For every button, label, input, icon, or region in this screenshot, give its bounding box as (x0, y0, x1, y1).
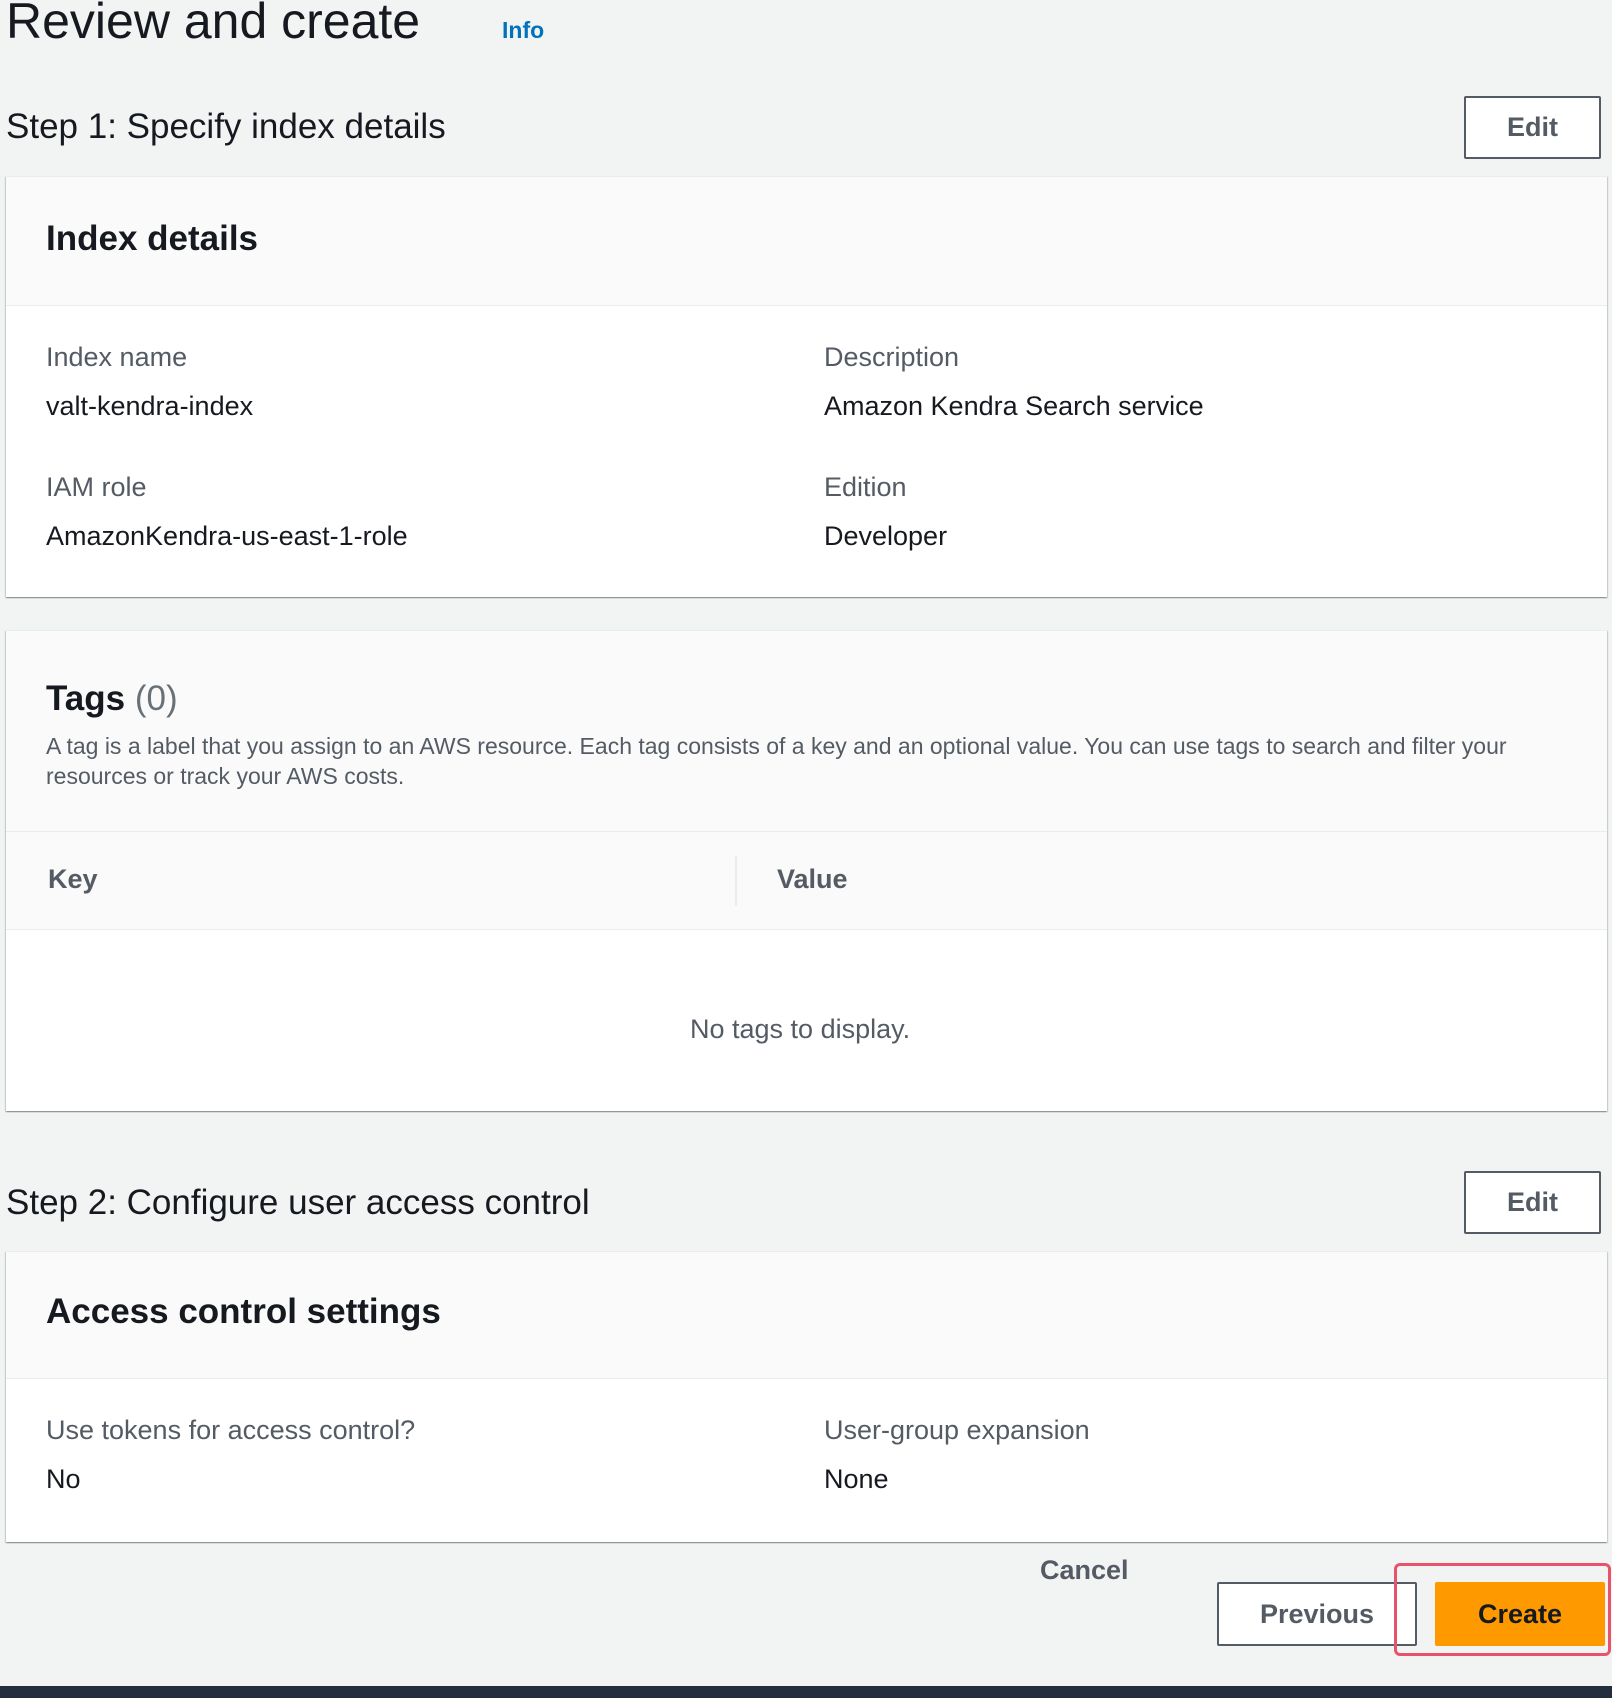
iam-role-label: IAM role (46, 472, 147, 502)
tags-title-text: Tags (46, 679, 126, 718)
access-control-container: Access control settings Use tokens for a… (6, 1251, 1607, 1542)
description-label: Description (824, 342, 960, 372)
column-header-key[interactable]: Key (48, 864, 98, 895)
edition-label: Edition (824, 472, 907, 502)
step1-title: Step 1: Specify index details (6, 107, 446, 146)
access-control-title: Access control settings (46, 1292, 441, 1331)
info-link[interactable]: Info (502, 14, 544, 46)
column-header-value[interactable]: Value (777, 864, 848, 895)
use-tokens-value: No (46, 1464, 81, 1494)
page-title: Review and create (6, 0, 421, 49)
create-button[interactable]: Create (1435, 1582, 1605, 1646)
edition-value: Developer (824, 521, 948, 551)
index-details-container: Index details Index name valt-kendra-ind… (6, 176, 1607, 597)
step1-edit-button[interactable]: Edit (1464, 96, 1601, 159)
step2-edit-button[interactable]: Edit (1464, 1171, 1601, 1234)
step2-title: Step 2: Configure user access control (6, 1183, 590, 1222)
tags-title: Tags (0) (46, 679, 178, 719)
tags-table-header: Key Value (6, 831, 1607, 930)
column-divider (735, 856, 737, 906)
index-name-value: valt-kendra-index (46, 391, 254, 421)
iam-role-value: AmazonKendra-us-east-1-role (46, 521, 408, 551)
bottom-bar (0, 1686, 1612, 1698)
tags-description: A tag is a label that you assign to an A… (46, 733, 1507, 789)
tags-container: Tags (0) A tag is a label that you assig… (6, 630, 1607, 1111)
index-details-header: Index details (6, 177, 1607, 306)
user-group-expansion-value: None (824, 1464, 889, 1494)
cancel-button[interactable]: Cancel (1040, 1555, 1129, 1586)
user-group-expansion-label: User-group expansion (824, 1415, 1090, 1445)
tags-empty-message: No tags to display. (690, 1014, 911, 1044)
description-value: Amazon Kendra Search service (824, 391, 1204, 421)
index-name-label: Index name (46, 342, 188, 372)
tags-count: (0) (134, 679, 178, 718)
access-control-header: Access control settings (6, 1252, 1607, 1379)
index-details-title: Index details (46, 219, 259, 258)
previous-button[interactable]: Previous (1217, 1582, 1417, 1646)
use-tokens-label: Use tokens for access control? (46, 1415, 416, 1445)
